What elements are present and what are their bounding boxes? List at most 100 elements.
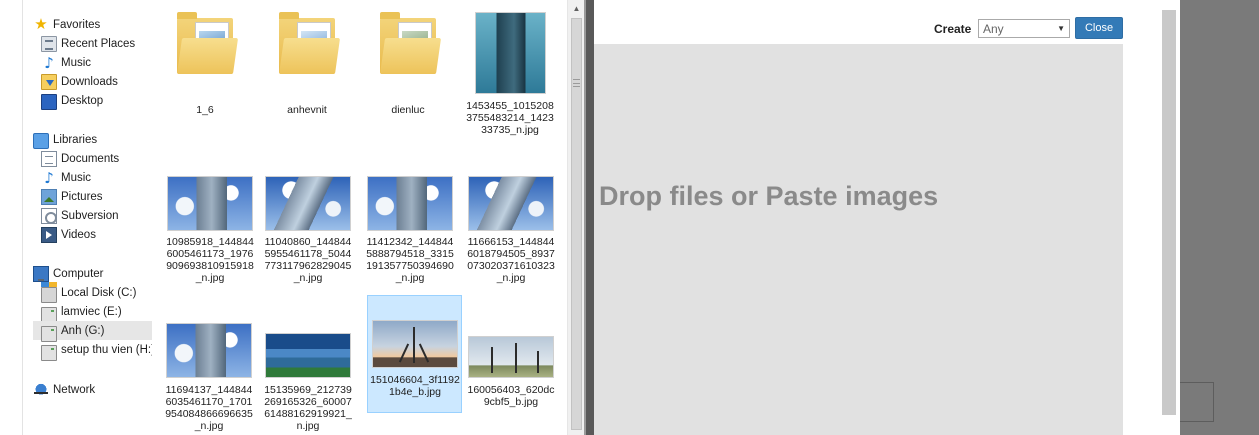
network-icon bbox=[33, 381, 49, 398]
file-list: 1_6 anhevnit dienluc 1453455_10152083755… bbox=[152, 0, 567, 435]
drop-zone-text: Drop files or Paste images bbox=[599, 181, 939, 211]
nav-libraries[interactable]: Libraries bbox=[33, 130, 97, 149]
nav-setup-thu-vien-h-label: setup thu vien (H:) bbox=[61, 343, 155, 356]
file-name: anhevnit bbox=[287, 104, 327, 116]
nav-network[interactable]: Network bbox=[33, 380, 95, 399]
drive-icon bbox=[41, 344, 57, 361]
scroll-thumb[interactable] bbox=[571, 18, 582, 430]
file-name: 10985918_1448446005461173_19769096938109… bbox=[166, 236, 254, 284]
file-item[interactable]: 11666153_1448446018794505_89370730203716… bbox=[465, 176, 557, 294]
nav-anh-g[interactable]: Anh (G:) bbox=[33, 321, 152, 342]
nav-recent-places-label: Recent Places bbox=[61, 37, 136, 50]
nav-downloads-label: Downloads bbox=[61, 75, 118, 88]
desktop-icon bbox=[41, 93, 57, 110]
nav-lamviec-e[interactable]: lamviec (E:) bbox=[41, 302, 122, 323]
folder-icon bbox=[177, 12, 239, 74]
nav-videos-label: Videos bbox=[61, 228, 96, 241]
nav-local-disk-c-label: Local Disk (C:) bbox=[61, 286, 137, 299]
file-item[interactable]: 1_6 bbox=[159, 12, 251, 152]
page-scrollbar[interactable] bbox=[1162, 10, 1176, 415]
navigation-pane: ★ Favorites Recent Places ♪ Music Downlo… bbox=[0, 0, 155, 435]
page-overlay bbox=[1180, 0, 1259, 435]
file-item[interactable]: dienluc bbox=[362, 12, 454, 152]
nav-subversion-label: Subversion bbox=[61, 209, 119, 222]
videos-icon bbox=[41, 226, 57, 243]
nav-music-label: Music bbox=[61, 56, 92, 69]
nav-library-music[interactable]: ♪ Music bbox=[41, 168, 91, 187]
image-thumbnail bbox=[474, 12, 546, 94]
recent-places-icon bbox=[41, 35, 57, 52]
file-name: 11412342_1448445888794518_33151913577503… bbox=[366, 236, 454, 284]
background-page bbox=[1143, 0, 1259, 435]
file-name: 151046604_3f11921b4e_b.jpg bbox=[370, 374, 460, 398]
image-thumbnail bbox=[468, 336, 554, 378]
computer-icon bbox=[33, 266, 49, 282]
nav-divider bbox=[22, 0, 23, 435]
image-thumbnail bbox=[367, 176, 453, 231]
chevron-down-icon: ▼ bbox=[1057, 24, 1065, 33]
nav-videos[interactable]: Videos bbox=[41, 225, 96, 244]
file-item[interactable]: 11040860_1448445955461178_50447731179628… bbox=[262, 176, 354, 294]
nav-pictures-label: Pictures bbox=[61, 190, 103, 203]
file-name: 1_6 bbox=[196, 104, 214, 116]
nav-desktop-label: Desktop bbox=[61, 94, 104, 107]
files-scrollbar[interactable]: ▲ bbox=[567, 0, 584, 435]
window-divider bbox=[584, 0, 594, 435]
file-name: 160056403_620dc9cbf5_b.jpg bbox=[467, 384, 555, 408]
nav-downloads[interactable]: Downloads bbox=[41, 72, 118, 91]
nav-local-disk-c[interactable]: Local Disk (C:) bbox=[41, 282, 137, 303]
drop-zone[interactable]: Drop files or Paste images bbox=[594, 44, 1123, 435]
close-button[interactable]: Close bbox=[1075, 17, 1123, 39]
star-icon: ★ bbox=[34, 15, 48, 33]
image-thumbnail bbox=[265, 176, 351, 231]
image-thumbnail bbox=[167, 176, 253, 231]
image-thumbnail bbox=[371, 320, 458, 368]
file-item[interactable]: 15135969_212739269165326_600076148816291… bbox=[262, 333, 354, 435]
file-name: dienluc bbox=[391, 104, 425, 116]
local-disk-icon bbox=[41, 282, 57, 303]
file-item[interactable]: 160056403_620dc9cbf5_b.jpg bbox=[465, 336, 557, 435]
nav-pictures[interactable]: Pictures bbox=[41, 187, 103, 206]
music-icon: ♪ bbox=[44, 168, 54, 187]
nav-favorites-label: Favorites bbox=[53, 18, 101, 31]
create-label: Create bbox=[934, 22, 972, 36]
nav-anh-g-label: Anh (G:) bbox=[61, 324, 105, 337]
nav-library-music-label: Music bbox=[61, 171, 92, 184]
file-name: 11666153_1448446018794505_89370730203716… bbox=[467, 236, 555, 284]
file-name: 15135969_212739269165326_600076148816291… bbox=[264, 384, 352, 432]
image-thumbnail bbox=[265, 333, 351, 378]
nav-subversion[interactable]: Subversion bbox=[41, 206, 119, 225]
create-select[interactable]: Any ▼ bbox=[978, 19, 1070, 38]
pictures-icon bbox=[41, 188, 57, 205]
file-item[interactable]: 11694137_1448446035461170_17019540848666… bbox=[163, 323, 255, 435]
nav-desktop[interactable]: Desktop bbox=[41, 91, 103, 110]
nav-documents[interactable]: Documents bbox=[41, 149, 119, 168]
create-select-value: Any bbox=[983, 21, 1004, 36]
subversion-icon bbox=[41, 207, 57, 224]
nav-music[interactable]: ♪ Music bbox=[41, 53, 91, 72]
nav-recent-places[interactable]: Recent Places bbox=[41, 34, 135, 53]
image-thumbnail bbox=[166, 323, 252, 378]
file-item[interactable]: anhevnit bbox=[261, 12, 353, 152]
documents-icon bbox=[41, 150, 57, 167]
file-item-selected[interactable]: 151046604_3f11921b4e_b.jpg bbox=[367, 295, 462, 413]
libraries-icon bbox=[33, 132, 49, 149]
nav-lamviec-e-label: lamviec (E:) bbox=[61, 305, 122, 318]
nav-network-label: Network bbox=[53, 383, 96, 396]
folder-icon bbox=[279, 12, 341, 74]
uploader-panel: Create Any ▼ Close Drop files or Paste i… bbox=[594, 0, 1143, 435]
scroll-up-arrow-icon[interactable]: ▲ bbox=[568, 0, 585, 17]
file-name: 11040860_1448445955461178_50447731179628… bbox=[264, 236, 352, 284]
nav-computer-label: Computer bbox=[53, 267, 104, 280]
file-item[interactable]: 10985918_1448446005461173_19769096938109… bbox=[164, 176, 256, 294]
file-item[interactable]: 11412342_1448445888794518_33151913577503… bbox=[364, 176, 456, 294]
file-name: 1453455_10152083755483214_142333735_n.jp… bbox=[466, 100, 554, 136]
file-item[interactable]: 1453455_10152083755483214_142333735_n.jp… bbox=[464, 12, 556, 152]
nav-documents-label: Documents bbox=[61, 152, 120, 165]
nav-favorites[interactable]: ★ Favorites bbox=[33, 15, 100, 34]
downloads-icon bbox=[41, 73, 57, 90]
file-name: 11694137_1448446035461170_17019540848666… bbox=[165, 384, 253, 432]
nav-setup-thu-vien-h[interactable]: setup thu vien (H:) bbox=[41, 340, 155, 361]
image-thumbnail bbox=[468, 176, 554, 231]
nav-computer[interactable]: Computer bbox=[33, 264, 104, 283]
